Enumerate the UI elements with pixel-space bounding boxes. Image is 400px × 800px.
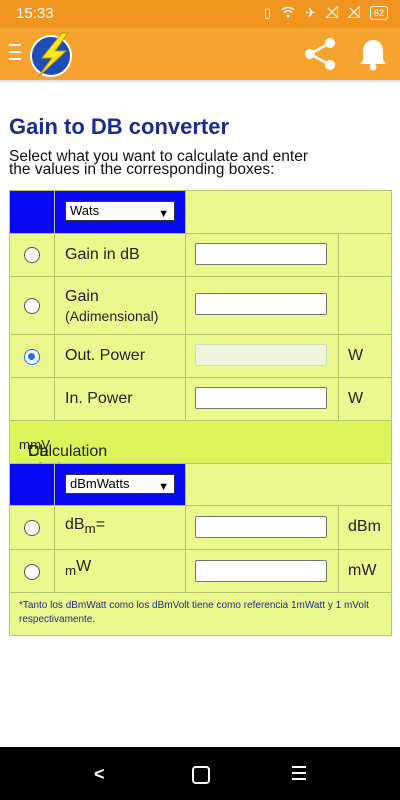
gain-adim-radio[interactable]: [24, 298, 40, 314]
header-empty-cell: [185, 191, 391, 233]
mw-unit: mW: [348, 562, 377, 579]
radio-cell: [10, 550, 54, 593]
mw-radio[interactable]: [24, 564, 40, 580]
no-signal-icon: [346, 4, 361, 21]
unit-cell: mW: [338, 550, 391, 593]
in-power-row: In. Power W: [10, 377, 391, 421]
out-power-row: Out. Power W: [10, 334, 391, 378]
header-select-cell: dBmWatts ▼: [54, 464, 185, 506]
gain-unit-row: Wats ▼: [10, 191, 391, 233]
header-empty-cell: [185, 464, 391, 506]
in-power-unit: W: [348, 390, 364, 407]
gain-db-radio[interactable]: [24, 247, 40, 263]
status-bar: 15:33 ▯ ✈ 62: [0, 0, 400, 28]
bell-icon[interactable]: [357, 36, 389, 72]
mw-input[interactable]: [195, 560, 327, 582]
unit-cell: W: [338, 378, 391, 421]
lightning-logo[interactable]: [28, 31, 78, 79]
page-title: Gain to DB converter: [9, 114, 230, 139]
radio-cell: [10, 335, 54, 378]
airplane-icon: ✈: [305, 5, 316, 20]
label-cell: In. Power: [54, 378, 185, 421]
hamburger-menu-icon[interactable]: [9, 44, 21, 62]
out-power-unit: W: [348, 347, 364, 364]
gain-db-row: Gain in dB: [10, 233, 391, 277]
status-time: 15:33: [16, 5, 54, 22]
status-icons: ▯ ✈ 62: [263, 4, 388, 21]
mw-label: mW: [65, 558, 92, 579]
gain-adim-label: Gain: [65, 288, 99, 305]
dbm-section-heading: Calculation of DbmDbmV: [10, 420, 391, 478]
share-icon[interactable]: [302, 36, 338, 72]
header-blue-cell: [10, 191, 54, 233]
unit-cell: [338, 234, 391, 277]
dbm-section-title: Calculation of DbmDbmV: [19, 437, 108, 478]
input-cell: [185, 550, 338, 593]
navigation-bar: <: [0, 747, 400, 800]
power-unit-select-value: Wats: [70, 203, 100, 218]
label-cell: mW: [54, 550, 185, 593]
input-cell: [185, 234, 338, 277]
back-icon[interactable]: <: [94, 764, 105, 785]
label-cell: Gain in dB: [54, 234, 185, 277]
label-cell: dBm=: [54, 506, 185, 550]
out-power-radio[interactable]: [24, 349, 40, 365]
gain-adim-input[interactable]: [195, 293, 327, 315]
dbm-unit-select[interactable]: dBmWatts ▼: [65, 474, 175, 494]
input-cell: [185, 506, 338, 550]
dbm-unit: dBm: [348, 518, 381, 535]
input-cell: [185, 277, 338, 335]
dbm-input[interactable]: [195, 516, 327, 538]
radio-cell: [10, 277, 54, 335]
no-signal-icon: [324, 4, 339, 21]
wifi-icon: [281, 6, 295, 21]
power-unit-select[interactable]: Wats ▼: [65, 201, 175, 221]
dbm-radio[interactable]: [24, 520, 40, 536]
mw-row: mW mW: [10, 549, 391, 593]
radio-cell: [10, 378, 54, 421]
app-bar-shadow: [0, 80, 400, 84]
unit-cell: [338, 277, 391, 335]
unit-cell: dBm: [338, 506, 391, 550]
gain-converter-table: Wats ▼ Gain in dB Gain (Adimensional) Ou…: [9, 190, 392, 636]
dbm-row: dBm= dBm: [10, 505, 391, 550]
radio-cell: [10, 506, 54, 550]
label-cell: Gain (Adimensional): [54, 277, 185, 335]
gain-adim-row: Gain (Adimensional): [10, 276, 391, 335]
unit-cell: W: [338, 335, 391, 378]
vibrate-icon: ▯: [263, 5, 272, 20]
in-power-input[interactable]: [195, 387, 327, 409]
header-select-cell: Wats ▼: [54, 191, 185, 233]
dbm-label: dBm=: [65, 516, 106, 537]
battery-icon: 62: [369, 6, 388, 20]
header-blue-cell: [10, 464, 54, 506]
chevron-down-icon: ▼: [158, 481, 169, 493]
reference-note: *Tanto los dBmWatt como los dBmVolt tien…: [19, 600, 369, 625]
in-power-label: In. Power: [65, 390, 133, 407]
dbm-unit-row: dBmWatts ▼: [10, 463, 391, 506]
label-cell: Out. Power: [54, 335, 185, 378]
input-cell: [185, 378, 338, 421]
dbm-unit-select-value: dBmWatts: [70, 476, 130, 491]
note-row: *Tanto los dBmWatt como los dBmVolt tien…: [10, 592, 391, 636]
app-bar: [0, 28, 400, 80]
gain-adim-sublabel: (Adimensional): [65, 308, 159, 324]
chevron-down-icon: ▼: [158, 208, 169, 220]
gain-db-input[interactable]: [195, 243, 327, 265]
instructions-text: Select what you want to calculate and en…: [9, 148, 308, 178]
radio-cell: [10, 234, 54, 277]
gain-db-label: Gain in dB: [65, 246, 140, 263]
recents-icon[interactable]: [292, 766, 306, 784]
input-cell: [185, 335, 338, 378]
home-icon[interactable]: [192, 766, 210, 784]
out-power-input[interactable]: [195, 344, 327, 366]
out-power-label: Out. Power: [65, 347, 146, 364]
